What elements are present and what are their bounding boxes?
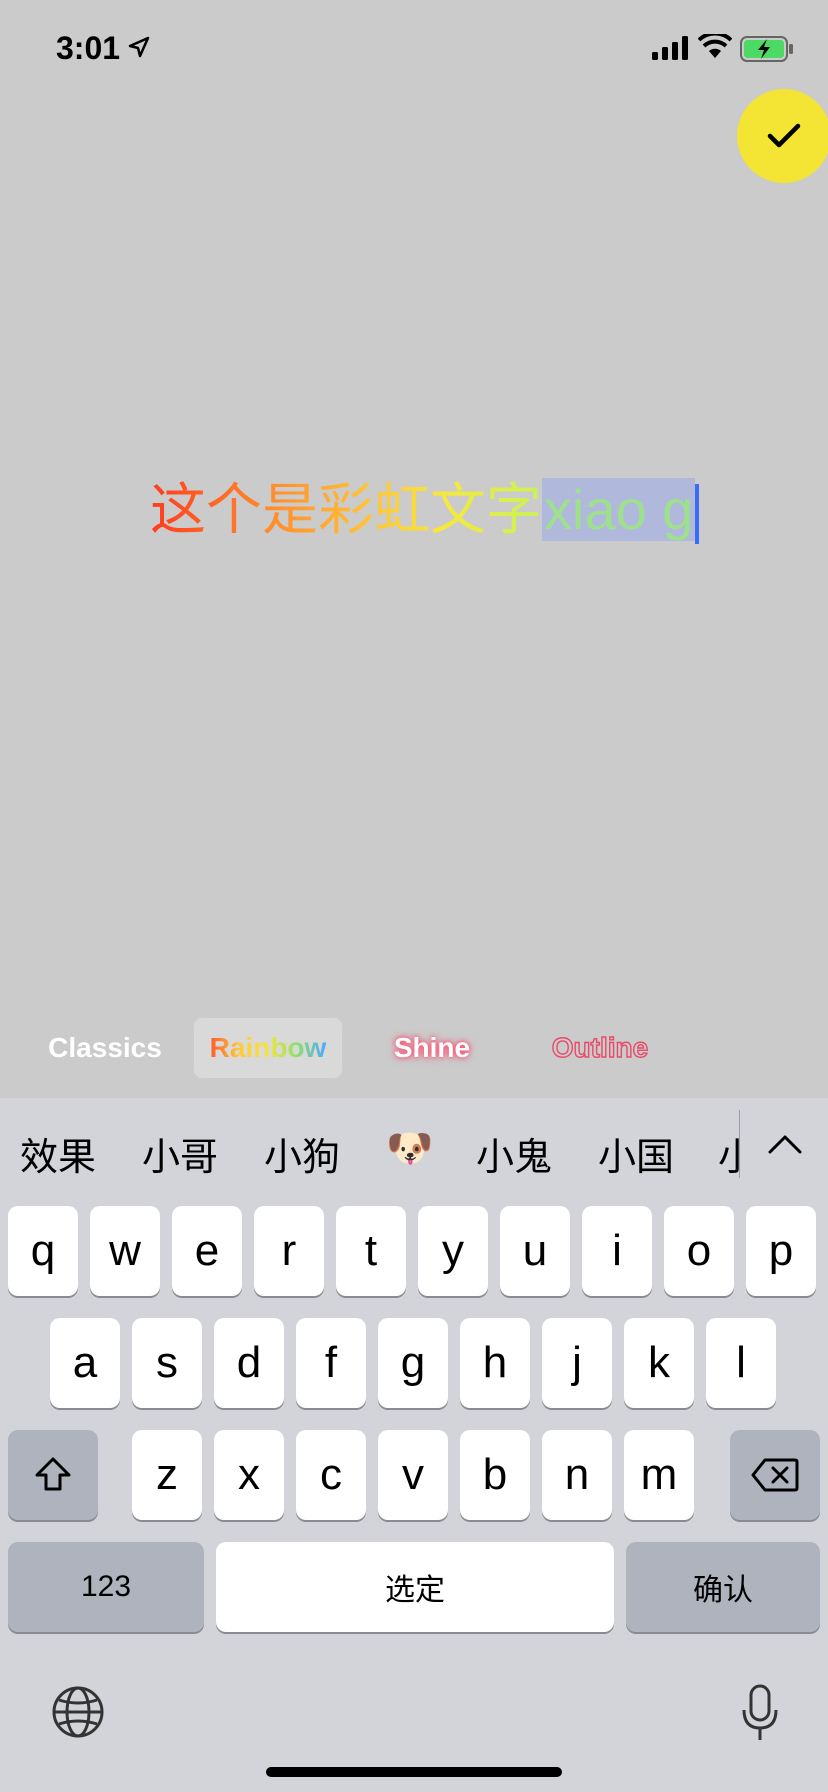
text-style-selector: Classics Rainbow Shine Outline	[0, 1012, 828, 1092]
status-time: 3:01	[56, 30, 121, 66]
key-k[interactable]: k	[624, 1318, 694, 1408]
rainbow-text: 这个是彩虹文字	[150, 478, 542, 543]
candidate-item[interactable]: 小	[718, 1126, 739, 1181]
globe-button[interactable]	[50, 1684, 106, 1740]
text-editor[interactable]: 这个是彩虹文字xiao g	[150, 478, 710, 545]
key-z[interactable]: z	[132, 1430, 202, 1520]
candidate-item[interactable]: 小哥	[142, 1126, 218, 1181]
key-w[interactable]: w	[90, 1206, 160, 1296]
style-classics[interactable]: Classics	[40, 1018, 170, 1078]
backspace-icon	[751, 1458, 799, 1492]
style-shine[interactable]: Shine	[380, 1018, 484, 1078]
selected-text: xiao g	[542, 478, 696, 541]
key-p[interactable]: p	[746, 1206, 816, 1296]
key-t[interactable]: t	[336, 1206, 406, 1296]
cellular-signal-icon	[652, 36, 688, 60]
wifi-icon	[698, 34, 732, 58]
delete-key[interactable]	[730, 1430, 820, 1520]
key-q[interactable]: q	[8, 1206, 78, 1296]
key-x[interactable]: x	[214, 1430, 284, 1520]
candidate-item[interactable]: 效果	[20, 1126, 96, 1181]
home-indicator	[266, 1767, 562, 1777]
key-a[interactable]: a	[50, 1318, 120, 1408]
battery-charging-icon	[740, 36, 793, 62]
location-arrow-icon	[128, 36, 150, 58]
text-caret	[695, 484, 700, 545]
done-button[interactable]	[737, 89, 828, 183]
key-e[interactable]: e	[172, 1206, 242, 1296]
key-b[interactable]: b	[460, 1430, 530, 1520]
key-s[interactable]: s	[132, 1318, 202, 1408]
key-f[interactable]: f	[296, 1318, 366, 1408]
key-v[interactable]: v	[378, 1430, 448, 1520]
expand-candidates-button[interactable]	[760, 1122, 810, 1166]
candidate-bar: 效果 小哥 小狗 🐶 小鬼 小国 小	[0, 1098, 828, 1198]
key-j[interactable]: j	[542, 1318, 612, 1408]
candidate-divider	[739, 1110, 740, 1178]
style-rainbow[interactable]: Rainbow	[194, 1018, 342, 1078]
key-y[interactable]: y	[418, 1206, 488, 1296]
return-key[interactable]: 确认	[626, 1542, 820, 1632]
candidate-item[interactable]: 小鬼	[476, 1126, 552, 1181]
candidate-item[interactable]: 🐶	[386, 1126, 433, 1171]
key-u[interactable]: u	[500, 1206, 570, 1296]
status-bar: 3:01	[0, 0, 828, 100]
candidate-item[interactable]: 小狗	[264, 1126, 340, 1181]
globe-icon	[52, 1686, 104, 1738]
microphone-button[interactable]	[740, 1684, 780, 1744]
shift-key[interactable]	[8, 1430, 98, 1520]
chevron-up-icon	[768, 1135, 802, 1154]
key-n[interactable]: n	[542, 1430, 612, 1520]
key-r[interactable]: r	[254, 1206, 324, 1296]
key-d[interactable]: d	[214, 1318, 284, 1408]
candidate-item[interactable]: 小国	[598, 1126, 674, 1181]
key-g[interactable]: g	[378, 1318, 448, 1408]
key-o[interactable]: o	[664, 1206, 734, 1296]
keyboard: 效果 小哥 小狗 🐶 小鬼 小国 小 q w e r t y u i o p a…	[0, 1098, 828, 1792]
key-l[interactable]: l	[706, 1318, 776, 1408]
style-rainbow-label: Rainbow	[209, 1032, 327, 1063]
numbers-key[interactable]: 123	[8, 1542, 204, 1632]
key-c[interactable]: c	[296, 1430, 366, 1520]
checkmark-icon	[767, 123, 801, 148]
space-key[interactable]: 选定	[216, 1542, 614, 1632]
microphone-icon	[742, 1684, 778, 1740]
key-h[interactable]: h	[460, 1318, 530, 1408]
key-i[interactable]: i	[582, 1206, 652, 1296]
style-outline[interactable]: Outline	[540, 1018, 660, 1078]
shift-icon	[35, 1457, 71, 1491]
key-m[interactable]: m	[624, 1430, 694, 1520]
